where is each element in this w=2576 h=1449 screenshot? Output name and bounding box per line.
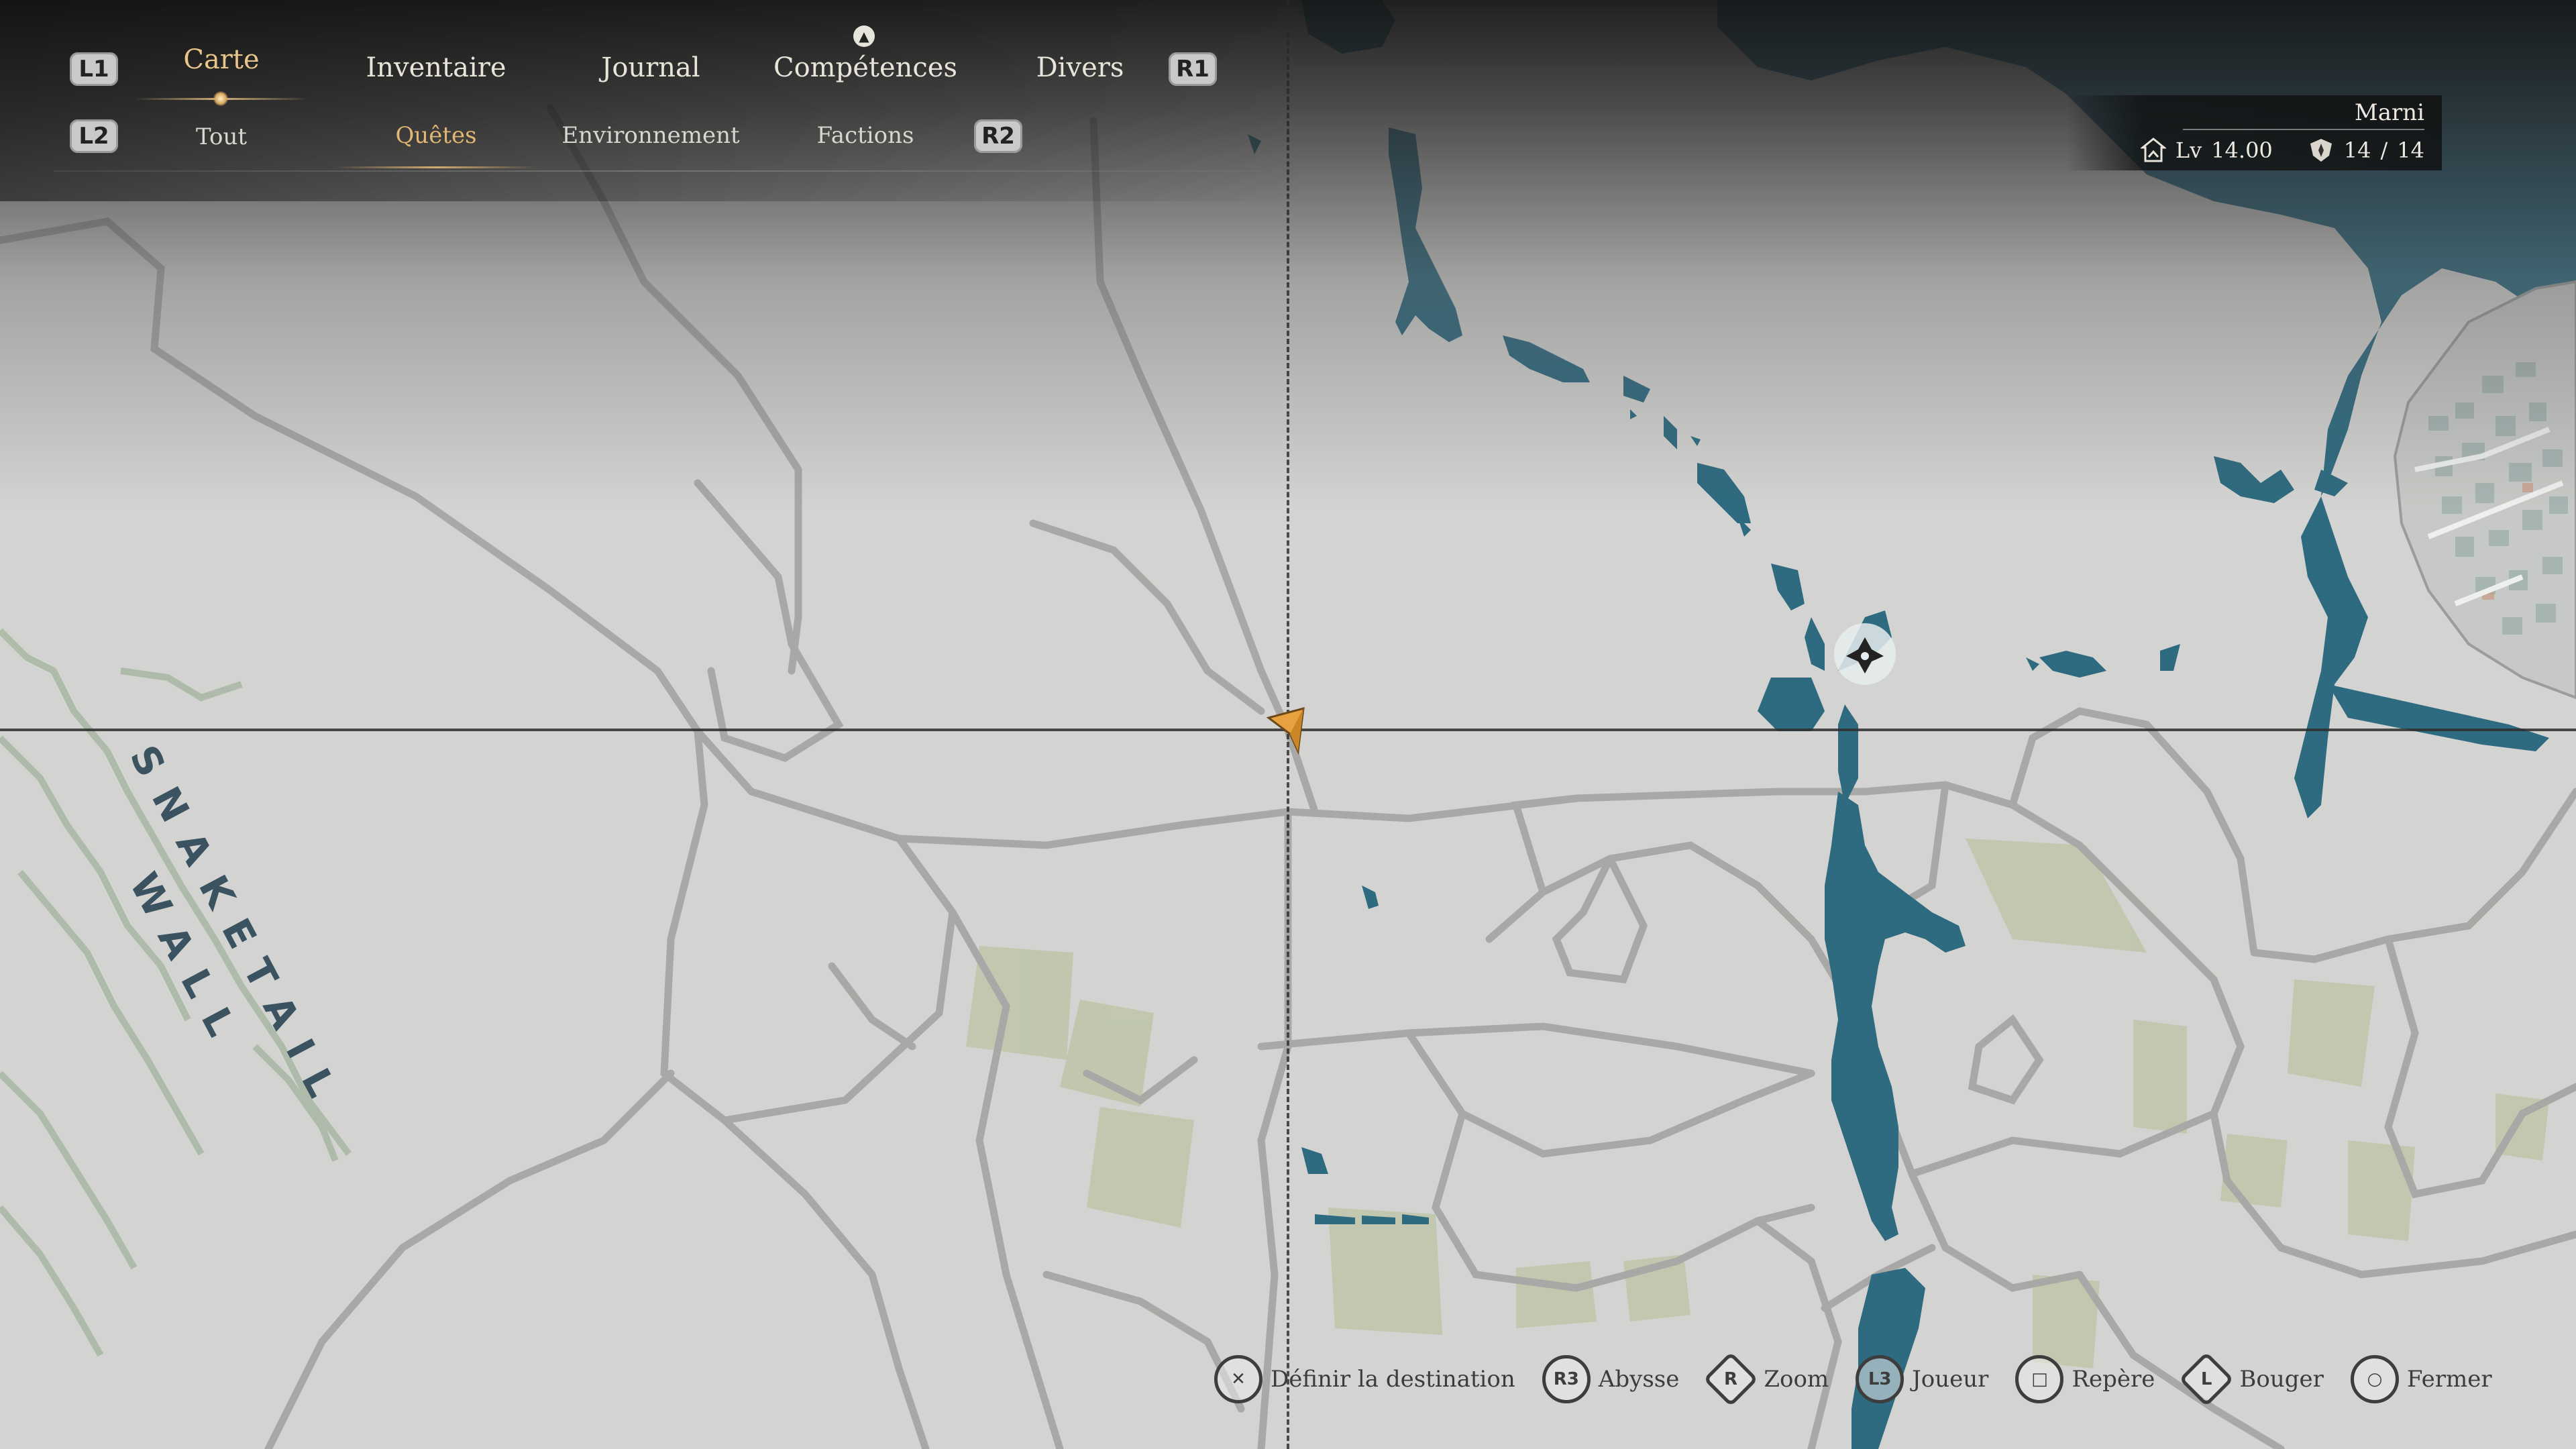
level-label: Lv [2175,138,2202,163]
tab-competences[interactable]: Compétences [773,52,957,83]
subtab-tout[interactable]: Tout [196,123,247,150]
health-crest-icon [2310,139,2332,162]
subtab-environnement[interactable]: Environnement [561,122,739,149]
l2-button[interactable]: L2 [70,119,118,153]
tab-divers[interactable]: Divers [1036,52,1124,83]
prompt-set-destination[interactable]: ✕ Définir la destination [1214,1355,1515,1403]
player-info-panel: Marni Lv 14.00 14 / 14 [2066,95,2442,170]
prompt-label: Repère [2072,1366,2155,1393]
tab-journal[interactable]: Journal [601,52,700,83]
notification-triangle-icon: ▲ [853,25,875,47]
player-info-divider [2183,129,2424,130]
prompt-label: Définir la destination [1271,1366,1515,1393]
prompt-zoom[interactable]: R Zoom [1703,1351,1829,1407]
prompt-player[interactable]: L3 Joueur [1856,1355,1988,1403]
prompt-label: Fermer [2406,1366,2492,1393]
tab-inventaire[interactable]: Inventaire [366,52,506,83]
prompt-abyss[interactable]: R3 Abysse [1542,1355,1680,1403]
r3-button-icon: R3 [1542,1355,1591,1403]
button-prompts: ✕ Définir la destination R3 Abysse R Zoo… [1214,1351,2492,1407]
tab-carte[interactable]: Carte [183,44,259,75]
tab-active-dot-icon [213,91,228,106]
top-navigation: L1 R1 L2 R2 Carte Inventaire Journal ▲ C… [0,0,1275,174]
player-stats-row: Lv 14.00 14 / 14 [2140,136,2424,165]
prompt-label: Bouger [2239,1366,2324,1393]
square-button-icon: □ [2015,1355,2064,1403]
prompt-label: Abysse [1598,1366,1680,1393]
level-value: 14.00 [2211,138,2273,163]
level-icon [2140,138,2166,162]
subtab-active-underline [335,166,537,168]
cross-button-icon: ✕ [1214,1355,1263,1403]
quest-marker-icon[interactable] [1834,623,1896,685]
nav-divider [54,170,1261,172]
r2-button[interactable]: R2 [974,119,1022,153]
subtab-quetes[interactable]: Quêtes [395,122,476,149]
right-stick-icon: R [1703,1351,1759,1407]
player-name: Marni [2354,99,2424,126]
prompt-close[interactable]: ○ Fermer [2350,1355,2492,1403]
health-separator: / [2380,138,2388,163]
subtab-factions[interactable]: Factions [817,122,914,149]
left-stick-icon: L [2179,1351,2235,1407]
prompt-move[interactable]: L Bouger [2179,1351,2324,1407]
prompt-marker[interactable]: □ Repère [2015,1355,2155,1403]
prompt-label: Zoom [1764,1366,1829,1393]
l1-button[interactable]: L1 [70,52,118,86]
health-current: 14 [2343,138,2371,163]
r1-button[interactable]: R1 [1169,52,1217,86]
circle-button-icon: ○ [2350,1355,2399,1403]
health-max: 14 [2397,138,2424,163]
l3-button-icon: L3 [1856,1355,1904,1403]
player-position-icon [1266,706,1305,755]
prompt-label: Joueur [1912,1366,1989,1393]
